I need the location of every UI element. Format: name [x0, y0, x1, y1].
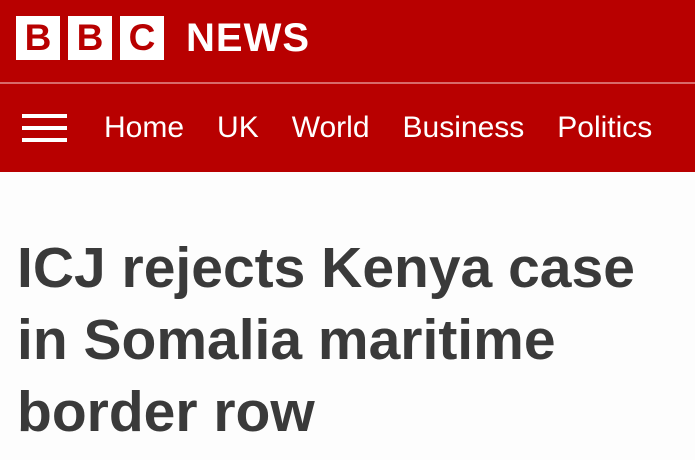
article-headline: ICJ rejects Kenya case in Somalia mariti… [17, 236, 635, 444]
masthead: B B C NEWS [0, 0, 695, 82]
nav-item-uk[interactable]: UK [217, 111, 259, 145]
logo-letter-b1: B [16, 16, 60, 60]
logo-letter-b2: B [68, 16, 112, 60]
nav-items: Home UK World Business Politics [104, 84, 685, 172]
logo-news-word: NEWS [186, 16, 310, 60]
bbc-news-logo[interactable]: B B C NEWS [16, 16, 310, 60]
nav-scroll-fade [655, 84, 695, 172]
main-navigation: Home UK World Business Politics [0, 84, 695, 172]
nav-item-politics[interactable]: Politics [557, 111, 652, 145]
menu-bar-bottom [22, 138, 67, 142]
menu-bar-middle [22, 126, 67, 130]
hamburger-menu-icon[interactable] [22, 113, 67, 143]
menu-bar-top [22, 114, 67, 118]
nav-item-world[interactable]: World [292, 111, 370, 145]
nav-item-home[interactable]: Home [104, 111, 184, 145]
logo-letter-c: C [120, 16, 164, 60]
nav-item-business[interactable]: Business [403, 111, 525, 145]
